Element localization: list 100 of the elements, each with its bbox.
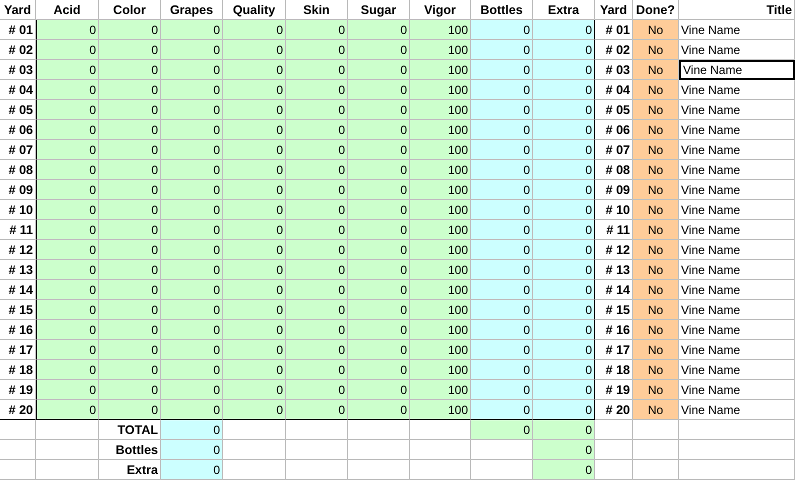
table-cell[interactable]: 0 [161,20,223,40]
empty-cell[interactable] [348,460,410,480]
table-cell[interactable]: 0 [533,260,595,280]
table-cell[interactable]: 0 [286,320,348,340]
table-cell[interactable]: 0 [533,380,595,400]
table-cell[interactable]: 0 [348,40,410,60]
title-cell[interactable]: Vine Name [679,200,795,220]
table-cell[interactable]: 0 [471,140,533,160]
table-cell[interactable]: 0 [286,300,348,320]
table-cell[interactable]: 0 [223,180,286,200]
table-cell[interactable]: 0 [348,20,410,40]
table-cell[interactable]: 0 [36,260,99,280]
table-cell[interactable]: 0 [286,400,348,420]
table-cell[interactable]: 0 [99,40,161,60]
table-cell[interactable]: 100 [410,100,471,120]
table-cell[interactable]: 0 [348,380,410,400]
table-cell[interactable]: 0 [223,360,286,380]
empty-cell[interactable] [0,420,36,440]
table-cell[interactable]: 0 [223,400,286,420]
table-cell[interactable]: 0 [471,280,533,300]
table-cell[interactable]: 0 [99,180,161,200]
table-cell[interactable]: 0 [533,120,595,140]
table-cell[interactable]: 0 [161,260,223,280]
table-cell[interactable]: 0 [348,240,410,260]
table-cell[interactable]: 0 [99,300,161,320]
status-cell[interactable]: No [633,320,679,340]
table-cell[interactable]: 0 [161,360,223,380]
table-cell[interactable]: 0 [471,20,533,40]
table-cell[interactable]: 0 [533,460,595,480]
table-cell[interactable]: 0 [348,280,410,300]
table-cell[interactable]: 0 [533,320,595,340]
table-cell[interactable]: 0 [161,440,223,460]
table-cell[interactable]: 0 [36,160,99,180]
table-cell[interactable]: 0 [471,180,533,200]
title-cell[interactable]: Vine Name [679,260,795,280]
table-cell[interactable]: 0 [286,180,348,200]
table-cell[interactable]: 0 [36,280,99,300]
table-cell[interactable]: 100 [410,400,471,420]
status-cell[interactable]: No [633,280,679,300]
empty-cell[interactable] [679,460,795,480]
table-cell[interactable]: 100 [410,40,471,60]
status-cell[interactable]: No [633,180,679,200]
table-cell[interactable]: 0 [36,240,99,260]
title-cell[interactable]: Vine Name [679,320,795,340]
status-cell[interactable]: No [633,200,679,220]
table-cell[interactable]: 0 [99,360,161,380]
table-cell[interactable]: 0 [223,20,286,40]
table-cell[interactable]: 0 [533,160,595,180]
table-cell[interactable]: 0 [533,240,595,260]
empty-cell[interactable] [286,420,348,440]
title-cell[interactable]: Vine Name [679,120,795,140]
table-cell[interactable]: 0 [99,200,161,220]
table-cell[interactable]: 0 [161,400,223,420]
table-cell[interactable]: 0 [161,300,223,320]
table-cell[interactable]: 0 [161,280,223,300]
table-cell[interactable]: 0 [36,340,99,360]
table-cell[interactable]: 0 [471,220,533,240]
table-cell[interactable]: 0 [533,360,595,380]
table-cell[interactable]: 0 [161,200,223,220]
table-cell[interactable]: 0 [533,400,595,420]
status-cell[interactable]: No [633,260,679,280]
table-cell[interactable]: 0 [348,160,410,180]
table-cell[interactable]: 0 [161,240,223,260]
table-cell[interactable]: 0 [348,180,410,200]
table-cell[interactable]: 0 [161,340,223,360]
status-cell[interactable]: No [633,300,679,320]
title-cell[interactable]: Vine Name [679,180,795,200]
status-cell[interactable]: No [633,80,679,100]
table-cell[interactable]: 0 [99,400,161,420]
table-cell[interactable]: 0 [533,440,595,460]
table-cell[interactable]: 0 [99,60,161,80]
empty-cell[interactable] [348,440,410,460]
table-cell[interactable]: 100 [410,20,471,40]
table-cell[interactable]: 0 [533,280,595,300]
status-cell[interactable]: No [633,100,679,120]
table-cell[interactable]: 0 [36,60,99,80]
table-cell[interactable]: 0 [99,120,161,140]
table-cell[interactable]: 0 [286,280,348,300]
table-cell[interactable]: 0 [471,320,533,340]
table-cell[interactable]: 0 [223,240,286,260]
empty-cell[interactable] [410,460,471,480]
empty-cell[interactable] [36,460,99,480]
table-cell[interactable]: 0 [161,220,223,240]
table-cell[interactable]: 0 [286,40,348,60]
title-cell[interactable]: Vine Name [679,20,795,40]
table-cell[interactable]: 0 [348,400,410,420]
table-cell[interactable]: 0 [471,300,533,320]
table-cell[interactable]: 0 [533,220,595,240]
table-cell[interactable]: 0 [223,220,286,240]
empty-cell[interactable] [348,420,410,440]
title-cell[interactable]: Vine Name [679,140,795,160]
table-cell[interactable]: 0 [223,100,286,120]
table-cell[interactable]: 0 [286,20,348,40]
title-cell[interactable]: Vine Name [679,220,795,240]
table-cell[interactable]: 0 [223,380,286,400]
table-cell[interactable]: 0 [161,40,223,60]
table-cell[interactable]: 0 [161,120,223,140]
table-cell[interactable]: 0 [99,340,161,360]
status-cell[interactable]: No [633,160,679,180]
table-cell[interactable]: 0 [99,20,161,40]
